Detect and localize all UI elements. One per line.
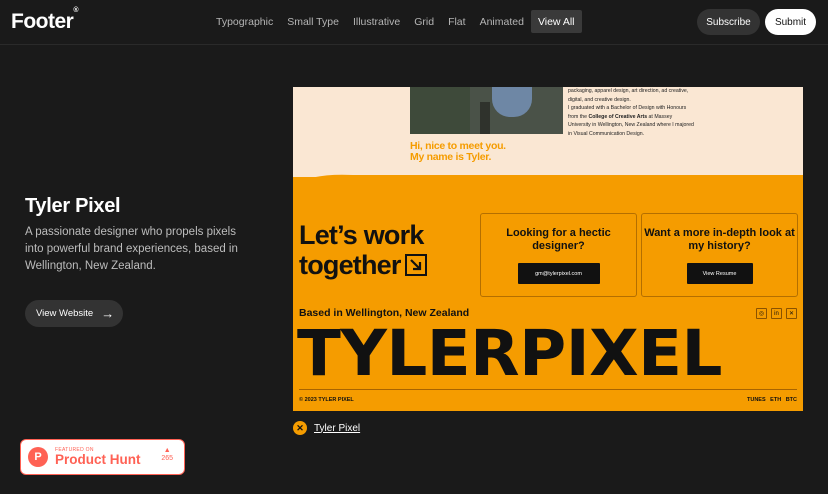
greeting-line-2: My name is Tyler.: [410, 151, 492, 163]
linkedin-icon[interactable]: in: [771, 308, 782, 319]
bio-paragraph-1: packaging, apparel design, art direction…: [568, 88, 689, 103]
filter-typographic[interactable]: Typographic: [209, 10, 280, 33]
filter-animated[interactable]: Animated: [473, 10, 531, 33]
footer-logo[interactable]: Footer®: [11, 7, 78, 34]
top-nav: Footer® Typographic Small Type Illustrat…: [0, 0, 828, 45]
submit-button[interactable]: Submit: [765, 9, 816, 35]
product-hunt-text: FEATURED ON Product Hunt: [55, 447, 141, 467]
preview-copyright: © 2023 TYLER PIXEL: [299, 397, 354, 403]
arrow-down-right-icon: [404, 253, 427, 276]
product-hunt-badge[interactable]: P FEATURED ON Product Hunt ▲ 265: [20, 439, 185, 475]
bio-paragraph-2: I graduated with a Bachelor of Design wi…: [568, 104, 696, 138]
photo-shirt-shape: [492, 87, 532, 117]
preview-resume-card: Want a more in-depth look at my history?…: [641, 213, 798, 297]
preview-wave-divider: [293, 174, 803, 191]
category-filters: Typographic Small Type Illustrative Grid…: [209, 10, 582, 33]
website-preview[interactable]: packaging, apparel design, art direction…: [293, 87, 803, 411]
subscribe-button[interactable]: Subscribe: [697, 9, 760, 35]
email-button[interactable]: gm@tylerpixel.com: [517, 263, 600, 284]
preview-wordmark: TYLERPIXEL: [297, 317, 722, 390]
filter-flat[interactable]: Flat: [441, 10, 473, 33]
portrait-photo: [410, 87, 563, 134]
site-favicon-icon: ✕: [293, 421, 307, 435]
instagram-icon[interactable]: ◎: [756, 308, 767, 319]
contact-card-title: Looking for a hectic designer?: [506, 227, 611, 252]
site-name-link[interactable]: Tyler Pixel: [314, 423, 360, 434]
resume-card-title: Want a more in-depth look at my history?: [644, 227, 795, 252]
preview-caption: ✕ Tyler Pixel: [293, 421, 360, 435]
filter-illustrative[interactable]: Illustrative: [346, 10, 407, 33]
logo-mark: ®: [73, 7, 78, 14]
lets-work-line-1: Let’s work: [299, 220, 424, 250]
preview-footer-divider: [299, 389, 797, 390]
preview-lets-work-heading: Let’s work together: [299, 220, 427, 280]
arrow-right-icon: →: [101, 306, 115, 321]
photo-strap-shape: [480, 102, 490, 134]
view-website-label: View Website: [36, 308, 94, 319]
preview-greeting: Hi, nice to meet you. My name is Tyler.: [410, 141, 506, 163]
preview-contact-card: Looking for a hectic designer? gm@tylerp…: [480, 213, 637, 297]
filter-view-all[interactable]: View All: [530, 10, 582, 33]
preview-bio: packaging, apparel design, art direction…: [568, 87, 696, 138]
view-resume-button[interactable]: View Resume: [686, 263, 753, 284]
logo-text: Footer: [11, 10, 74, 33]
upvote-triangle-icon: ▲: [163, 447, 171, 454]
product-hunt-name: Product Hunt: [55, 452, 141, 467]
lets-work-line-2: together: [299, 250, 427, 280]
product-hunt-vote-count: 265: [161, 455, 173, 462]
lets-work-line-2-text: together: [299, 250, 401, 280]
preview-footer-links: TUNES ETH BTC: [747, 397, 797, 403]
filter-small-type[interactable]: Small Type: [280, 10, 346, 33]
site-title: Tyler Pixel: [25, 195, 121, 217]
view-website-button[interactable]: View Website →: [25, 300, 123, 327]
photo-background-shape: [410, 87, 470, 134]
product-hunt-votes: ▲ 265: [161, 447, 173, 462]
product-hunt-logo-icon: P: [28, 447, 48, 467]
filter-grid[interactable]: Grid: [407, 10, 441, 33]
bio-text-bold: College of Creative Arts: [588, 113, 648, 120]
site-description: A passionate designer who propels pixels…: [25, 226, 238, 272]
x-icon[interactable]: ✕: [786, 308, 797, 319]
